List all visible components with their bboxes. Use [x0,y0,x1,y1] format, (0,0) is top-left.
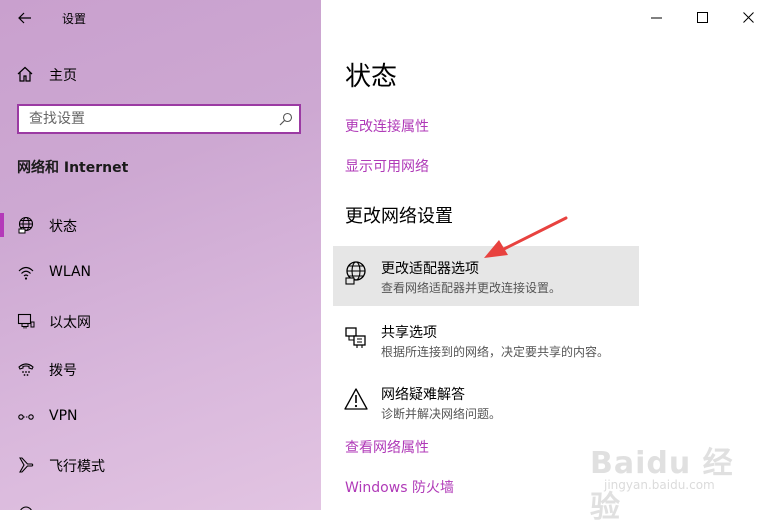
page-title: 状态 [345,62,398,92]
window-title: 设置 [62,12,87,26]
maximize-button[interactable] [679,0,725,34]
search-box[interactable] [17,104,301,134]
sidebar-item-label: VPN [49,408,78,424]
sidebar-item-label: 状态 [49,219,77,235]
sidebar-item-status[interactable]: 状态 [0,205,321,245]
sidebar-item-label: WLAN [49,264,92,280]
sidebar-item-label: 飞行模式 [49,459,105,475]
minimize-icon [650,17,662,18]
search-icon[interactable] [279,112,293,126]
close-button[interactable] [725,0,771,34]
sidebar-item-dialup[interactable]: 拨号 [0,349,321,389]
show-available-networks-link[interactable]: 显示可用网络 [345,156,429,176]
sidebar-item-label: 以太网 [49,315,91,331]
dialup-icon [18,363,34,376]
sidebar-item-wlan[interactable]: WLAN [0,253,321,293]
data-usage-icon [20,506,32,510]
windows-firewall-link[interactable]: Windows 防火墙 [345,477,454,497]
option-title: 更改适配器选项 [381,261,479,277]
option-subtitle: 根据所连接到的网络，决定要共享的内容。 [381,345,610,359]
change-adapter-options-button[interactable]: 更改适配器选项 查看网络适配器并更改连接设置。 [333,246,639,306]
minimize-button[interactable] [633,0,679,34]
home-icon [17,66,33,82]
sharing-options-button[interactable]: 共享选项 根据所连接到的网络，决定要共享的内容。 [333,310,639,370]
sharing-icon [345,327,366,348]
watermark: Baidu 经验 jingyan.baidu.com [590,428,760,525]
warning-icon [344,388,368,410]
change-connection-properties-link[interactable]: 更改连接属性 [345,116,429,136]
window-controls [633,0,771,34]
adapter-globe-icon [345,261,366,285]
title-bar: 设置 [0,0,321,36]
wifi-icon [18,266,34,280]
vpn-icon [18,414,34,420]
sidebar-item-vpn[interactable]: VPN [0,397,321,437]
back-arrow-icon [18,12,31,24]
option-title: 共享选项 [381,325,437,341]
watermark-url: jingyan.baidu.com [604,478,715,492]
back-button[interactable] [10,6,40,30]
sidebar-item-label: 拨号 [49,363,77,379]
selected-indicator [0,213,4,237]
globe-icon [18,216,34,234]
option-subtitle: 查看网络适配器并更改连接设置。 [381,281,562,295]
sidebar-item-airplane[interactable]: 飞行模式 [0,445,321,485]
search-input[interactable] [19,106,279,132]
option-subtitle: 诊断并解决网络问题。 [381,407,502,421]
sidebar: 设置 主页 网络和 Internet 状态 WLAN [0,0,321,510]
network-troubleshooter-button[interactable]: 网络疑难解答 诊断并解决网络问题。 [333,372,639,432]
ethernet-icon [17,313,35,329]
sidebar-item-more[interactable] [0,493,321,510]
sidebar-item-home[interactable]: 主页 [0,58,321,90]
sidebar-section-title: 网络和 Internet [17,160,129,176]
option-title: 网络疑难解答 [381,387,465,403]
home-label: 主页 [49,68,77,84]
sidebar-item-ethernet[interactable]: 以太网 [0,301,321,341]
section-title: 更改网络设置 [345,206,453,227]
close-icon [742,11,754,23]
airplane-icon [19,457,34,473]
maximize-icon [696,11,708,23]
view-network-properties-link[interactable]: 查看网络属性 [345,437,429,457]
